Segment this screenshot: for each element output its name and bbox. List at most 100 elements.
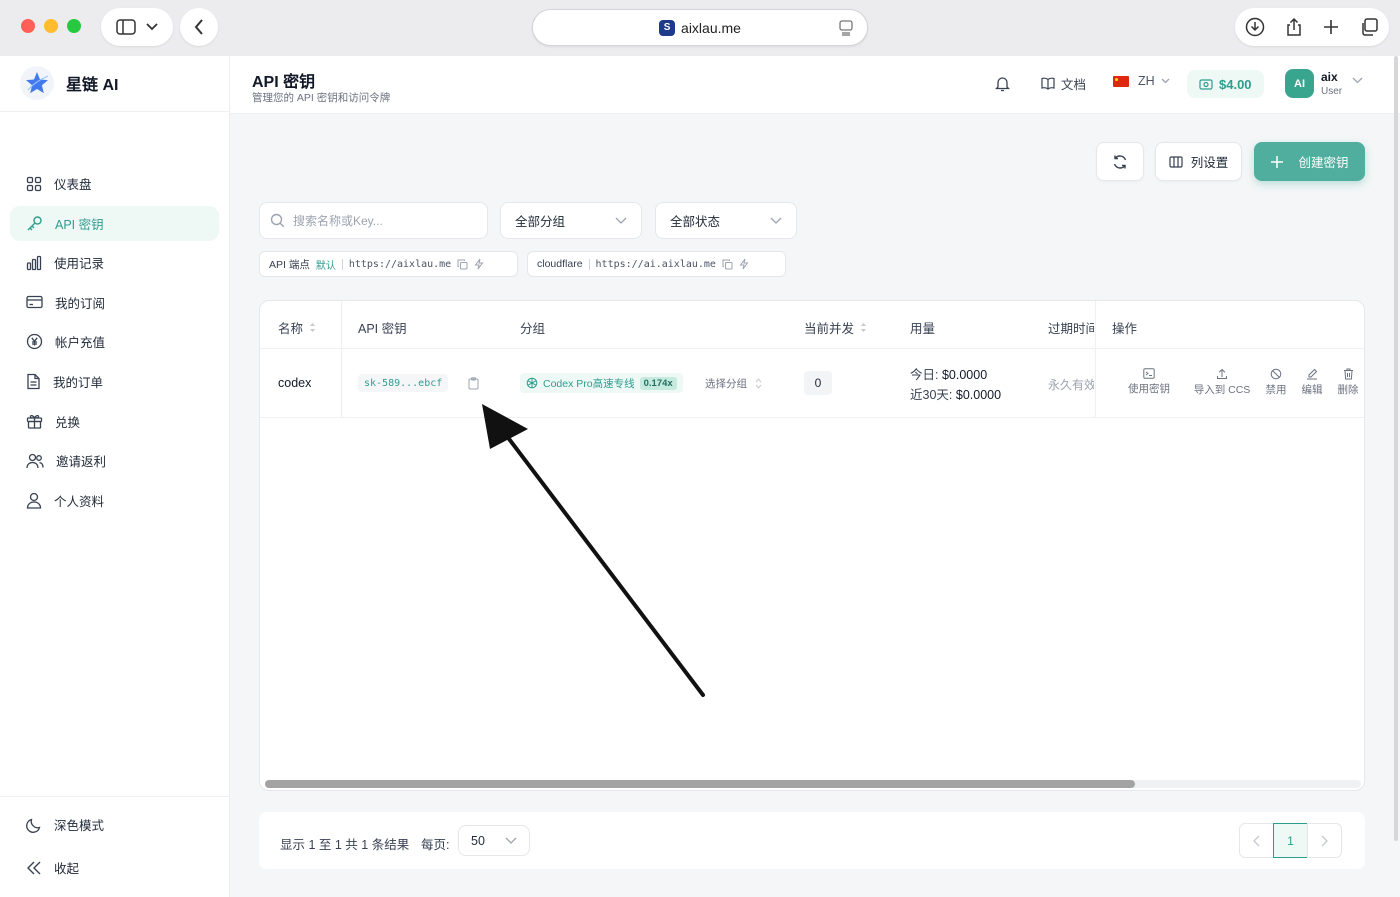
group-badge[interactable]: Codex Pro高速专线 0.174x [520, 373, 683, 393]
endpoint-default: API 端点 默认 https://aixlau.me [259, 251, 518, 277]
close-window-button[interactable] [21, 19, 35, 33]
annotation-arrow-icon [482, 404, 705, 697]
select-group-dropdown[interactable]: 选择分组 [705, 376, 762, 391]
sidebar-item-referral[interactable]: 邀请返利 [10, 443, 219, 478]
language-selector[interactable]: ZH [1113, 74, 1170, 88]
sidebar-item-orders[interactable]: 我的订单 [10, 364, 219, 399]
chevron-down-icon [1161, 78, 1170, 84]
download-icon[interactable] [1245, 17, 1265, 37]
brand[interactable]: 星链 AI [20, 66, 118, 100]
endpoint-url: https://ai.aixlau.me [595, 258, 716, 270]
create-key-label: 创建密钥 [1298, 156, 1349, 170]
next-page-button[interactable] [1307, 823, 1342, 858]
sort-icon [860, 322, 867, 333]
divider [588, 258, 590, 270]
row-actions: 使用密钥 导入到 CCS 禁用 编辑 删除 [1112, 368, 1364, 397]
sidebar-item-subscriptions[interactable]: 我的订阅 [10, 285, 219, 320]
tabs-overview-icon[interactable] [1359, 17, 1379, 37]
sidebar-nav: 仪表盘 API 密钥 使用记录 我的订阅 帐户充值 我的订单 兑换 邀请返利 个… [10, 166, 219, 522]
sidebar-item-dashboard[interactable]: 仪表盘 [10, 166, 219, 201]
sidebar-item-label: 使用记录 [54, 257, 105, 272]
endpoint-cloudflare: cloudflare https://ai.aixlau.me [527, 251, 786, 277]
address-bar[interactable]: S aixlau.me [532, 9, 868, 46]
sidebar-item-label: 邀请返利 [56, 455, 107, 470]
edit-button[interactable]: 编辑 [1294, 368, 1330, 397]
chevron-down-icon[interactable] [1352, 77, 1363, 84]
copy-icon[interactable] [457, 259, 468, 270]
sidebar-item-recharge[interactable]: 帐户充值 [10, 324, 219, 359]
header-label: 当前并发 [804, 322, 855, 336]
group-filter-select[interactable]: 全部分组 [500, 202, 642, 239]
page-subtitle: 管理您的 API 密钥和访问令牌 [252, 92, 391, 104]
dark-mode-toggle[interactable]: 深色模式 [10, 807, 219, 842]
new-tab-icon[interactable] [1323, 19, 1339, 35]
bolt-icon[interactable] [474, 258, 484, 270]
page-button-current[interactable]: 1 [1273, 823, 1308, 858]
horizontal-scrollbar[interactable] [265, 780, 1361, 788]
notifications-button[interactable] [995, 75, 1010, 92]
per-page-select[interactable]: 50 [458, 825, 530, 856]
browser-tools [1235, 8, 1389, 46]
divider [0, 796, 229, 797]
refresh-icon [1112, 154, 1128, 170]
column-header-concurrency[interactable]: 当前并发 [804, 318, 867, 337]
user-name[interactable]: aix [1321, 70, 1338, 84]
share-icon[interactable] [1285, 17, 1303, 37]
disable-button[interactable]: 禁用 [1258, 368, 1294, 397]
scrollbar-thumb[interactable] [265, 780, 1135, 788]
balance-badge[interactable]: $4.00 [1187, 70, 1264, 98]
sidebar-item-label: 兑换 [55, 415, 81, 430]
search-input[interactable] [293, 213, 473, 228]
create-key-button[interactable]: 创建密钥 [1254, 142, 1365, 181]
chevron-down-icon [615, 217, 627, 224]
per-page-value: 50 [471, 833, 485, 848]
sidebar-item-usage[interactable]: 使用记录 [10, 245, 219, 280]
use-key-button[interactable]: 使用密钥 [1112, 368, 1186, 397]
docs-link[interactable]: 文档 [1041, 74, 1086, 93]
search-box[interactable] [259, 202, 488, 239]
column-header-name[interactable]: 名称 [278, 318, 316, 337]
sidebar-item-redeem[interactable]: 兑换 [10, 404, 219, 439]
document-icon [26, 373, 41, 390]
maximize-window-button[interactable] [67, 19, 81, 33]
import-ccs-button[interactable]: 导入到 CCS [1186, 368, 1258, 397]
reader-icon[interactable] [839, 20, 853, 36]
previous-page-button[interactable] [1239, 823, 1274, 858]
endpoint-name: cloudflare [537, 258, 583, 270]
site-favicon-icon: S [659, 19, 676, 36]
star-logo-icon [20, 66, 54, 100]
clipboard-icon[interactable] [468, 377, 479, 390]
column-header-expiry: 过期时间 [1048, 322, 1094, 336]
chevron-down-icon [146, 23, 158, 31]
avatar[interactable]: AI [1285, 69, 1314, 98]
double-chevron-left-icon [26, 861, 42, 875]
card-icon [26, 295, 43, 309]
status-filter-select[interactable]: 全部状态 [655, 202, 797, 239]
address-url: aixlau.me [681, 19, 741, 36]
collapse-sidebar-button[interactable]: 收起 [10, 850, 219, 885]
action-label: 禁用 [1265, 384, 1287, 396]
sidebar-toggle-button[interactable] [101, 8, 173, 46]
sidebar-item-label: 帐户充值 [55, 336, 106, 351]
bolt-icon[interactable] [739, 258, 749, 270]
minimize-window-button[interactable] [44, 19, 58, 33]
sidebar-item-profile[interactable]: 个人资料 [10, 483, 219, 518]
window-scrollbar[interactable] [1394, 56, 1398, 841]
column-header-actions: 操作 [1112, 322, 1138, 336]
copy-icon[interactable] [722, 259, 733, 270]
sidebar-item-api-keys[interactable]: API 密钥 [10, 205, 219, 241]
action-label: 使用密钥 [1128, 383, 1170, 395]
pagination-bar: 显示 1 至 1 共 1 条结果 每页: 50 1 [259, 812, 1365, 869]
api-key-value[interactable]: sk-589...ebcf [358, 374, 449, 392]
back-button[interactable] [180, 8, 218, 46]
search-icon [270, 213, 285, 228]
delete-button[interactable]: 删除 [1330, 368, 1364, 397]
month-label: 近30天: [910, 388, 953, 402]
moon-icon [26, 817, 42, 833]
column-settings-button[interactable]: 列设置 [1155, 142, 1242, 181]
refresh-button[interactable] [1096, 142, 1144, 181]
table-row: codex sk-589...ebcf Codex Pro高速专线 0.174x… [260, 349, 1364, 418]
money-icon [1199, 78, 1213, 90]
sort-icon [309, 322, 316, 333]
divider [0, 111, 229, 112]
